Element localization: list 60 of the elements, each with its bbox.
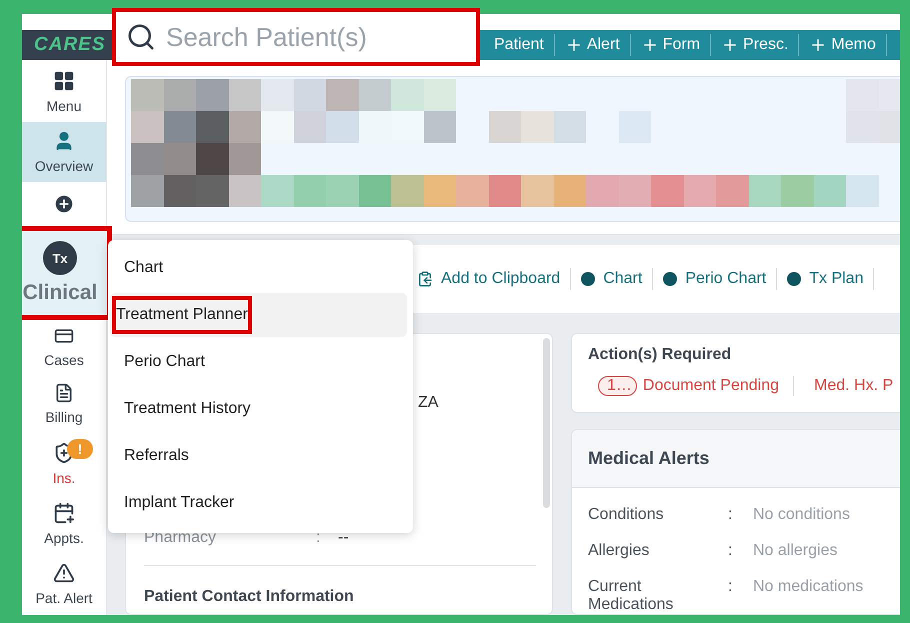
card-title: Medical Alerts — [588, 448, 710, 468]
dropdown-option[interactable]: Referrals — [110, 434, 407, 478]
dropdown-option[interactable]: Perio Chart — [110, 340, 407, 384]
sidebar-label: Ins. — [52, 470, 76, 486]
sidebar-item[interactable]: Cases — [22, 320, 106, 374]
colon: : — [316, 529, 322, 547]
sidebar-item[interactable]: Overview — [22, 122, 106, 182]
tx-icon: Tx — [43, 241, 77, 275]
sidebar-label: Cases — [44, 352, 84, 368]
dropdown-option[interactable]: Treatment History — [110, 387, 407, 431]
sidebar-item[interactable]: Appts. — [22, 494, 106, 554]
header-action-button[interactable]: Form — [630, 34, 712, 56]
header-action-button[interactable]: Memo — [799, 34, 887, 56]
search-field[interactable]: Search Patient(s) — [112, 8, 480, 66]
sidebar-label: Appts. — [44, 530, 84, 546]
header-action-button[interactable]: Patient — [484, 34, 555, 56]
alert-badge: ! — [67, 439, 93, 459]
sidebar-item[interactable]: Pat. Alert — [22, 554, 106, 614]
plus-circle-icon — [53, 193, 75, 215]
colon: : — [728, 506, 734, 524]
sidebar-item[interactable]: Billing — [22, 374, 106, 434]
dropdown-option[interactable]: Implant Tracker — [110, 481, 407, 525]
section-title: Patient Contact Information — [144, 588, 355, 606]
calendar-icon — [53, 502, 75, 524]
sidebar-label: Overview — [34, 158, 94, 174]
alert-label: Conditions — [588, 506, 665, 524]
logo: CARES — [33, 33, 107, 57]
sidebar-label: Billing — [45, 409, 83, 425]
alert-value: No conditions — [753, 506, 850, 524]
sidebar-label: Menu — [46, 98, 82, 114]
toolbar-button[interactable]: Chart — [571, 268, 654, 290]
dropdown-option[interactable]: Treatment Planner — [110, 293, 407, 337]
alert-value: No allergies — [753, 542, 838, 560]
field-value: -- — [338, 529, 349, 547]
alert-value: No medications — [753, 578, 864, 597]
header-action-button[interactable]: Alert — [554, 34, 631, 56]
warning-icon — [53, 562, 75, 584]
header-action-button[interactable]: Presc. — [711, 34, 800, 56]
sidebar-item[interactable]: Tx Clinical — [22, 226, 112, 320]
toolbar-button[interactable]: Tx Plan — [777, 268, 874, 290]
action-link[interactable]: 1… Document Pending — [598, 376, 794, 396]
scrollbar[interactable] — [543, 338, 550, 508]
sidebar-label: Pat. Alert — [36, 590, 92, 606]
count-pill: 1… — [598, 376, 637, 396]
card-title: Action(s) Required — [588, 346, 732, 364]
sidebar-item[interactable]: ! Ins. — [22, 434, 106, 494]
grid-icon — [53, 70, 75, 92]
name-fragment: ZA — [418, 394, 440, 412]
sidebar-item[interactable]: Menu — [22, 62, 106, 122]
alert-label: Allergies — [588, 542, 650, 560]
alert-label: Current Medications — [588, 578, 674, 614]
dropdown-option[interactable]: Chart — [110, 246, 407, 290]
toolbar-button[interactable]: Perio Chart — [653, 268, 778, 290]
clipboard-icon — [417, 271, 433, 287]
colon: : — [728, 578, 734, 597]
colon: : — [728, 542, 734, 560]
action-label: Document Pending — [642, 377, 779, 395]
document-icon — [54, 383, 74, 403]
search-icon — [126, 22, 156, 52]
sidebar-label: Clinical — [22, 281, 98, 305]
